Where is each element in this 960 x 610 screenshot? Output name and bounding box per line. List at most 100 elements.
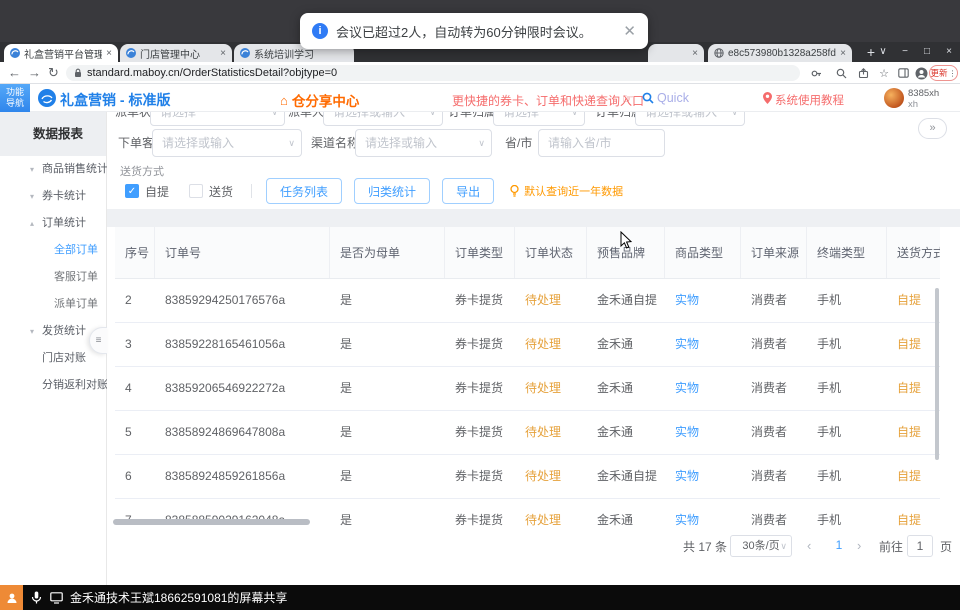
- browser-tab[interactable]: e8c573980b1328a258fd2e6... ×: [708, 44, 852, 62]
- sidebar-item-label: 订单统计: [42, 217, 86, 229]
- side-panel-icon[interactable]: [895, 65, 911, 81]
- table-cell: 83859294250176576a: [155, 279, 330, 322]
- search-icon[interactable]: [642, 92, 654, 104]
- screen-icon: [50, 592, 63, 604]
- column-header: 终端类型: [807, 227, 887, 278]
- function-nav-button[interactable]: 功能 导航: [0, 84, 30, 112]
- sidebar-item[interactable]: ▴订单统计: [0, 210, 106, 237]
- table-cell: 待处理: [515, 499, 587, 532]
- table-row[interactable]: 683858924859261856a是券卡提货待处理金禾通自提实物消费者手机自…: [115, 455, 940, 499]
- sidebar-item[interactable]: 客服订单: [0, 264, 106, 291]
- table-cell: 金禾通自提: [587, 279, 665, 322]
- chevron-down-icon: ∨: [571, 112, 578, 125]
- table-row[interactable]: 283859294250176576a是券卡提货待处理金禾通自提实物消费者手机自…: [115, 279, 940, 323]
- tab-close-icon[interactable]: ×: [106, 48, 112, 59]
- participant-tile[interactable]: [0, 585, 23, 610]
- profile-icon[interactable]: [913, 65, 929, 81]
- quick-search-label[interactable]: Quick: [657, 91, 689, 105]
- filter-label: 省/市: [505, 129, 532, 157]
- share-center-link[interactable]: ⌂ 仓分享中心: [280, 90, 359, 110]
- user-name: xh: [908, 99, 918, 110]
- sidebar-menu: ▾商品销售统计▾券卡统计▴订单统计全部订单客服订单派单订单▾发货统计门店对账分销…: [0, 156, 106, 399]
- table-row[interactable]: 583858924869647808a是券卡提货待处理金禾通实物消费者手机自提: [115, 411, 940, 455]
- back-icon[interactable]: ←: [8, 62, 21, 84]
- sidebar-item[interactable]: ▾券卡统计: [0, 183, 106, 210]
- toolbar-button[interactable]: 导出: [442, 178, 494, 204]
- bookmark-star-icon[interactable]: ☆: [876, 65, 892, 81]
- prev-page-icon[interactable]: ‹: [807, 538, 811, 553]
- sidebar-item[interactable]: 分销返利对账: [0, 372, 106, 399]
- table-row[interactable]: 483859206546922272a是券卡提货待处理金禾通实物消费者手机自提: [115, 367, 940, 411]
- sidebar-item[interactable]: 门店对账: [0, 345, 106, 372]
- tab-title: e8c573980b1328a258fd2e6...: [728, 48, 836, 59]
- microphone-icon[interactable]: [31, 591, 42, 604]
- vertical-scrollbar[interactable]: [935, 288, 939, 460]
- placeholder-text: 请选择: [151, 112, 284, 125]
- tab-close-icon[interactable]: ×: [692, 48, 698, 59]
- key-icon[interactable]: [808, 65, 824, 81]
- table-cell: 83858924869647808a: [155, 411, 330, 454]
- checkbox-unchecked[interactable]: [189, 184, 203, 198]
- filter-select[interactable]: 请选择或输入∨: [635, 112, 745, 126]
- table-row[interactable]: 783858859029162048a是券卡提货待处理金禾通实物消费者手机自提: [115, 499, 940, 532]
- favicon-icon: [10, 48, 20, 58]
- sidebar-section-title: 数据报表: [0, 112, 106, 156]
- expand-filters-button[interactable]: »: [918, 118, 947, 139]
- current-page[interactable]: 1: [829, 538, 849, 552]
- checkbox-checked[interactable]: ✓: [125, 184, 139, 198]
- tab-close-icon[interactable]: ×: [840, 48, 846, 59]
- window-close-icon[interactable]: ×: [938, 42, 960, 62]
- sidebar-item[interactable]: ▾商品销售统计: [0, 156, 106, 183]
- table-cell: 待处理: [515, 367, 587, 410]
- filter-select[interactable]: 请选择或输入∨: [323, 112, 443, 126]
- filter-select[interactable]: 请选择∨: [493, 112, 585, 126]
- sidebar-item-active[interactable]: 全部订单: [0, 237, 106, 264]
- filter-select[interactable]: 请选择或输入∨: [152, 129, 302, 157]
- tab-title: 门店管理中心: [140, 46, 216, 61]
- sidebar-item[interactable]: 派单订单: [0, 291, 106, 318]
- close-icon[interactable]: ✕: [623, 22, 636, 40]
- placeholder-text: 请选择或输入: [636, 112, 744, 125]
- forward-icon[interactable]: →: [28, 62, 41, 84]
- column-header: 送货方式: [887, 227, 940, 278]
- horizontal-scrollbar[interactable]: [113, 519, 310, 525]
- table-cell: 金禾通自提: [587, 455, 665, 498]
- goto-page-input[interactable]: 1: [907, 535, 933, 557]
- filter-select[interactable]: 请选择∨: [150, 112, 285, 126]
- toolbar-button[interactable]: 任务列表: [266, 178, 342, 204]
- maximize-icon[interactable]: □: [916, 42, 938, 62]
- app-title: 礼盒营销 - 标准版: [60, 90, 170, 110]
- browser-tab-partial[interactable]: ×: [648, 44, 704, 62]
- filter-select[interactable]: 请选择或输入∨: [355, 129, 492, 157]
- kebab-menu-icon[interactable]: ⋮: [949, 69, 957, 78]
- table-row[interactable]: 383859228165461056a是券卡提货待处理金禾通实物消费者手机自提: [115, 323, 940, 367]
- browser-tab[interactable]: 门店管理中心 ×: [120, 44, 232, 62]
- user-id: 8385xh: [908, 88, 939, 99]
- pagination: 共 17 条 30条/页 ∨ ‹ 1 › 前往 1 页: [107, 534, 960, 558]
- filter-input[interactable]: 请输入省/市: [538, 129, 665, 157]
- table-cell: 6: [115, 455, 155, 498]
- table-cell: 自提: [887, 279, 940, 322]
- reload-icon[interactable]: ↻: [48, 62, 59, 84]
- table-cell: 实物: [665, 455, 741, 498]
- delivery-options: ✓自提送货: [125, 183, 233, 200]
- table-cell: 消费者: [741, 323, 807, 366]
- address-bar[interactable]: standard.maboy.cn/OrderStatisticsDetail?…: [66, 65, 800, 81]
- next-page-icon[interactable]: ›: [857, 538, 861, 553]
- column-header: 订单号: [155, 227, 330, 278]
- chevron-down-icon[interactable]: ∨: [872, 42, 894, 62]
- page-size-select[interactable]: 30条/页 ∨: [730, 535, 792, 557]
- browser-tab-active[interactable]: 礼盒营销平台管理中心 ×: [4, 44, 118, 62]
- user-avatar[interactable]: [884, 88, 904, 108]
- globe-icon: [714, 48, 724, 58]
- minimize-icon[interactable]: −: [894, 42, 916, 62]
- tab-close-icon[interactable]: ×: [220, 48, 226, 59]
- zoom-icon[interactable]: [833, 65, 849, 81]
- toolbar-button[interactable]: 归类统计: [354, 178, 430, 204]
- tutorial-link[interactable]: 系统使用教程: [775, 92, 844, 108]
- toolbar-buttons: 任务列表归类统计导出: [266, 178, 506, 204]
- table-cell: 手机: [807, 411, 887, 454]
- share-icon[interactable]: [855, 65, 871, 81]
- table-header: 序号订单号是否为母单订单类型订单状态预售品牌商品类型订单来源终端类型送货方式: [115, 227, 940, 279]
- update-button[interactable]: 更新 ⋮: [929, 65, 958, 81]
